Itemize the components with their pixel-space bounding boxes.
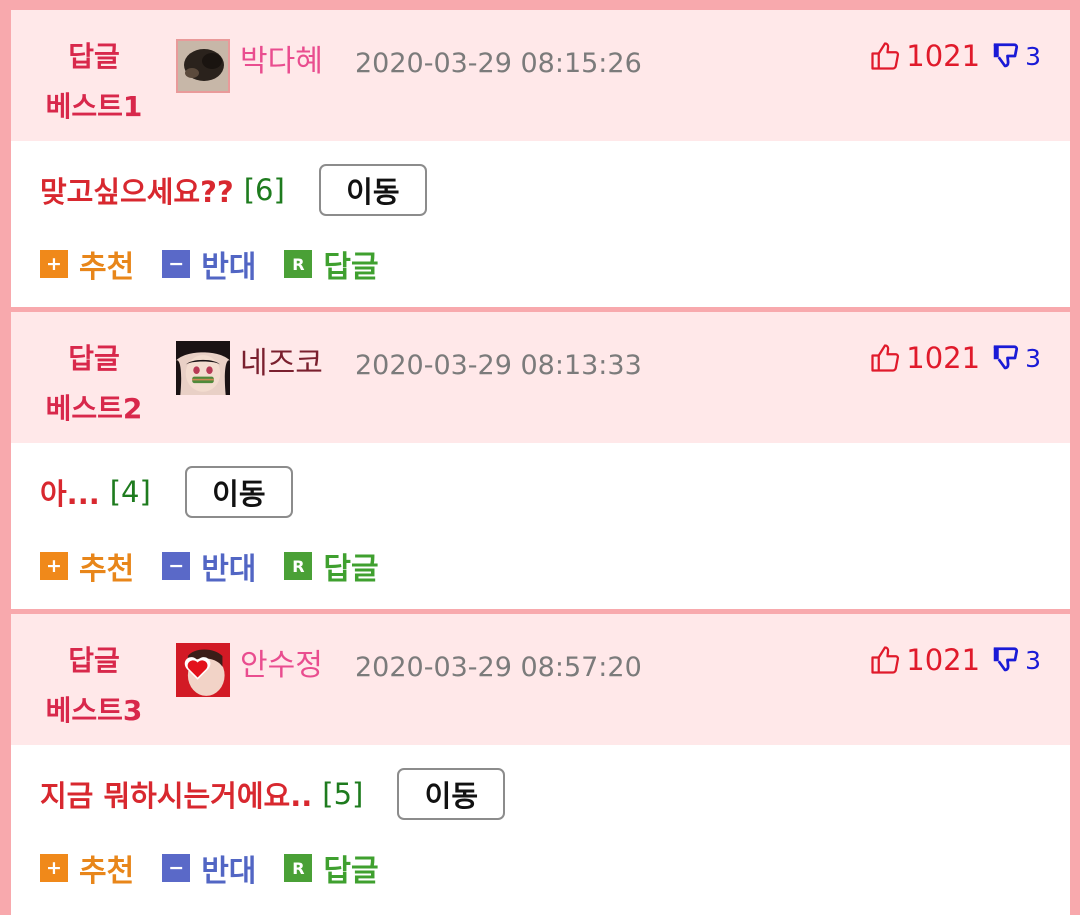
oppose-label: 반대: [201, 552, 257, 587]
move-button[interactable]: 이동: [184, 466, 293, 518]
up-count: 1021: [906, 39, 981, 73]
reply-body: 아... [4] 이동 + 추천 − 반대 R 답글: [11, 443, 1070, 609]
reply-title-row: 아... [4] 이동: [40, 465, 293, 519]
nickname[interactable]: 네즈코: [240, 340, 323, 388]
recommend-button[interactable]: + 추천: [40, 544, 134, 588]
minus-icon: −: [162, 854, 191, 882]
reply-button[interactable]: R 답글: [284, 846, 379, 890]
heart-photo-avatar-icon: [176, 643, 230, 697]
reply-header: 답글 베스트2 네즈코 2020-03-29 08:13:33 1021 3: [11, 312, 1070, 443]
recommend-label: 추천: [79, 250, 135, 285]
best-rank-label: 답글 베스트3: [34, 636, 154, 736]
up-count: 1021: [906, 341, 981, 375]
thumbs-down-icon: [990, 41, 1020, 71]
thumbs-down-icon: [990, 645, 1020, 675]
move-button[interactable]: 이동: [397, 768, 506, 820]
action-bar: + 추천 − 반대 R 답글: [40, 846, 407, 890]
plus-icon: +: [40, 250, 68, 278]
avatar[interactable]: [176, 341, 230, 395]
thumbs-down-icon: [990, 343, 1020, 373]
post-date: 2020-03-29 08:13:33: [355, 350, 642, 381]
reply-title[interactable]: 지금 뭐하시는거에요..: [40, 773, 312, 815]
down-count: 3: [1025, 645, 1041, 675]
anime-girl-avatar-icon: [176, 341, 230, 395]
post-date: 2020-03-29 08:15:26: [355, 48, 642, 79]
best-rank-label: 답글 베스트2: [34, 334, 154, 434]
thumbs-up-icon: [870, 343, 900, 373]
minus-icon: −: [162, 250, 191, 278]
oppose-button[interactable]: − 반대: [162, 846, 256, 890]
recommend-button[interactable]: + 추천: [40, 846, 134, 890]
recommend-button[interactable]: + 추천: [40, 242, 134, 286]
reply-body: 맞고싶으세요?? [6] 이동 + 추천 − 반대 R 답글: [11, 141, 1070, 307]
reply-button[interactable]: R 답글: [284, 544, 379, 588]
rank-line-best: 베스트3: [45, 694, 143, 727]
avatar[interactable]: [176, 643, 230, 697]
nickname[interactable]: 안수정: [240, 642, 323, 690]
oppose-label: 반대: [201, 854, 257, 889]
reply-count: [5]: [322, 777, 364, 811]
action-bar: + 추천 − 반대 R 답글: [40, 544, 407, 588]
nickname[interactable]: 박다혜: [240, 38, 323, 86]
best-reply-card: 답글 베스트3 안수정 2020-03-29 08:57:20 1021 3 지…: [11, 614, 1070, 915]
post-date: 2020-03-29 08:57:20: [355, 652, 642, 683]
minus-icon: −: [162, 552, 191, 580]
reply-body: 지금 뭐하시는거에요.. [5] 이동 + 추천 − 반대 R 답글: [11, 745, 1070, 915]
reply-r-icon: R: [284, 250, 313, 278]
reply-count: [6]: [243, 173, 285, 207]
best-rank-label: 답글 베스트1: [34, 32, 154, 132]
best-reply-list: 답글 베스트1 박다혜 2020-03-29 08:15:26 1021 3 맞…: [11, 10, 1070, 915]
reply-title-row: 맞고싶으세요?? [6] 이동: [40, 163, 427, 217]
down-count: 3: [1025, 41, 1041, 71]
down-count: 3: [1025, 343, 1041, 373]
vote-counts: 1021 3: [870, 336, 1041, 380]
rank-line-reply: 답글: [68, 40, 120, 73]
oppose-label: 반대: [201, 250, 257, 285]
reply-label: 답글: [323, 250, 379, 285]
best-reply-card: 답글 베스트2 네즈코 2020-03-29 08:13:33 1021 3 아…: [11, 312, 1070, 609]
reply-label: 답글: [323, 552, 379, 587]
rank-line-best: 베스트1: [45, 90, 143, 123]
thumbs-up-icon: [870, 41, 900, 71]
plus-icon: +: [40, 854, 68, 882]
recommend-label: 추천: [79, 552, 135, 587]
dark-fur-avatar-icon: [178, 41, 228, 91]
reply-title[interactable]: 맞고싶으세요??: [40, 169, 234, 211]
oppose-button[interactable]: − 반대: [162, 544, 256, 588]
vote-counts: 1021 3: [870, 34, 1041, 78]
rank-line-reply: 답글: [68, 644, 120, 677]
thumbs-up-icon: [870, 645, 900, 675]
move-button[interactable]: 이동: [318, 164, 427, 216]
reply-header: 답글 베스트3 안수정 2020-03-29 08:57:20 1021 3: [11, 614, 1070, 745]
reply-r-icon: R: [284, 854, 313, 882]
reply-button[interactable]: R 답글: [284, 242, 379, 286]
reply-count: [4]: [109, 475, 151, 509]
reply-header: 답글 베스트1 박다혜 2020-03-29 08:15:26 1021 3: [11, 10, 1070, 141]
vote-counts: 1021 3: [870, 638, 1041, 682]
rank-line-best: 베스트2: [45, 392, 143, 425]
recommend-label: 추천: [79, 854, 135, 889]
rank-line-reply: 답글: [68, 342, 120, 375]
best-reply-card: 답글 베스트1 박다혜 2020-03-29 08:15:26 1021 3 맞…: [11, 10, 1070, 307]
reply-title[interactable]: 아...: [40, 471, 100, 513]
reply-r-icon: R: [284, 552, 313, 580]
oppose-button[interactable]: − 반대: [162, 242, 256, 286]
avatar[interactable]: [176, 39, 230, 93]
action-bar: + 추천 − 반대 R 답글: [40, 242, 407, 286]
reply-label: 답글: [323, 854, 379, 889]
reply-title-row: 지금 뭐하시는거에요.. [5] 이동: [40, 767, 506, 821]
plus-icon: +: [40, 552, 68, 580]
up-count: 1021: [906, 643, 981, 677]
